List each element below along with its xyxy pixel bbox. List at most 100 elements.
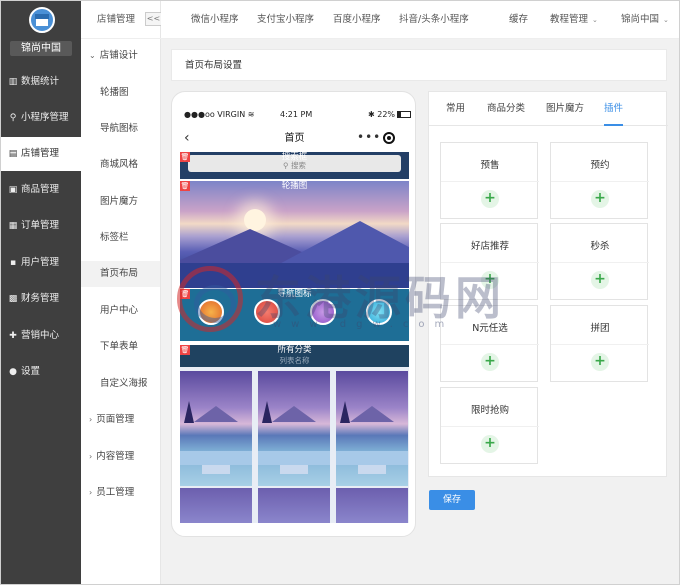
product-card[interactable] <box>258 488 330 523</box>
product-card[interactable] <box>258 371 330 486</box>
plus-icon[interactable]: + <box>481 353 499 371</box>
sidebar-item-products[interactable]: ▣ 商品管理 <box>1 173 81 207</box>
chevron-right-icon: › <box>89 488 93 497</box>
subnav-item-nav-icons[interactable]: 导航图标 <box>81 116 160 142</box>
product-card[interactable] <box>180 488 252 523</box>
plugin-card[interactable]: 拼团 + <box>550 305 649 382</box>
subnav-group-content[interactable]: › 内容管理 <box>81 444 160 470</box>
category-list-name: 列表名称 <box>279 356 310 365</box>
chevron-down-icon: ⌄ <box>663 16 669 24</box>
sidebar-item-finance[interactable]: ▩ 财务管理 <box>1 282 81 316</box>
nav-icon-1[interactable] <box>198 299 224 325</box>
banner-block[interactable]: 🗑 轮播图 <box>180 181 409 288</box>
subnav-group-label: 店铺设计 <box>99 50 138 61</box>
bluetooth-icon: ✱ <box>368 110 375 119</box>
top-link-wechat[interactable]: 微信小程序 <box>191 1 239 39</box>
save-button[interactable]: 保存 <box>429 490 475 510</box>
main-sidebar: 锦尚中国 ▥ 数据统计 ⚲ 小程序管理 ▤ 店铺管理 ▣ 商品管理 ▦ 订单管理 ▪ 用户管… <box>1 1 81 584</box>
top-link-alipay[interactable]: 支付宝小程序 <box>257 1 314 39</box>
subnav-group-pages[interactable]: › 页面管理 <box>81 407 160 433</box>
plugin-card[interactable]: 预售 + <box>440 142 539 219</box>
subnav-item-tabbar[interactable]: 标签栏 <box>81 225 160 251</box>
subnav-item-order-form[interactable]: 下单表单 <box>81 334 160 360</box>
divider <box>441 426 539 427</box>
sidebar-item-orders[interactable]: ▦ 订单管理 <box>1 209 81 243</box>
plus-icon[interactable]: + <box>481 271 499 289</box>
sidebar-item-store[interactable]: ▤ 店铺管理 <box>1 137 81 171</box>
sidebar-item-settings[interactable]: ● 设置 <box>1 355 81 389</box>
link-icon: ⚲ <box>9 113 17 123</box>
phone-status-bar: ●●●oo VIRGIN ≋ 4:21 PM ✱ 22% <box>172 110 415 124</box>
product-card[interactable] <box>336 488 408 523</box>
dropdown-tutorials[interactable]: 教程管理 ⌄ <box>550 1 598 39</box>
subnav-item-style[interactable]: 商城风格 <box>81 152 160 178</box>
dropdown-label: 锦尚中国 <box>621 14 660 25</box>
sidebar-item-marketing[interactable]: ✚ 营销中心 <box>1 319 81 353</box>
nav-icon-4[interactable] <box>366 299 392 325</box>
subnav-group-store-design[interactable]: ⌄ 店铺设计 <box>81 43 160 69</box>
sidebar-item-label: 订单管理 <box>21 220 60 231</box>
plus-icon[interactable]: + <box>481 435 499 453</box>
close-capsule-icon[interactable] <box>383 132 395 144</box>
search-block[interactable]: 🗑 搜索框 ⚲ 搜索 <box>180 152 409 179</box>
tab-image-cube[interactable]: 图片魔方 <box>546 92 584 126</box>
sidebar-item-users[interactable]: ▪ 用户管理 <box>1 246 81 280</box>
product-title-bar <box>336 451 408 465</box>
user-icon: ▪ <box>9 258 17 268</box>
plugin-card[interactable]: 好店推荐 + <box>440 223 539 300</box>
sidebar-item-label: 设置 <box>21 366 41 377</box>
plugin-name: 预约 <box>590 160 610 171</box>
subnav-group-label: 内容管理 <box>96 451 135 462</box>
tab-plugins[interactable]: 插件 <box>604 92 624 126</box>
mountain-shape <box>350 406 394 422</box>
tab-categories[interactable]: 商品分类 <box>487 92 525 126</box>
top-link-douyin[interactable]: 抖音/头条小程序 <box>399 1 469 39</box>
subnav-item-home-layout[interactable]: 首页布局 <box>81 261 160 287</box>
delete-icon[interactable]: 🗑 <box>180 345 190 355</box>
product-card[interactable] <box>336 371 408 486</box>
top-link-cache[interactable]: 缓存 <box>509 1 528 39</box>
component-panel: 常用 商品分类 图片魔方 插件 预售 + 预约 + 好店推荐 + 秒杀 + N元任选 + … <box>428 91 668 477</box>
plugin-card[interactable]: 秒杀 + <box>550 223 649 300</box>
sidebar-item-label: 营销中心 <box>21 330 60 341</box>
subnav-item-user-center[interactable]: 用户中心 <box>81 298 160 324</box>
plus-icon[interactable]: + <box>591 190 609 208</box>
plugin-card[interactable]: N元任选 + <box>440 305 539 382</box>
settings-icon: ● <box>9 367 17 377</box>
sidebar-item-stats[interactable]: ▥ 数据统计 <box>1 65 81 99</box>
tab-common[interactable]: 常用 <box>446 92 465 126</box>
product-button <box>358 465 386 474</box>
subnav-item-poster[interactable]: 自定义海报 <box>81 371 160 397</box>
divider <box>441 262 539 263</box>
nav-icons-block[interactable]: 🗑 导航图标 <box>180 289 409 341</box>
category-block[interactable]: 🗑 所有分类 列表名称 <box>180 345 409 523</box>
sidebar-item-label: 店铺管理 <box>21 148 60 159</box>
subnav-item-carousel[interactable]: 轮播图 <box>81 80 160 106</box>
divider <box>551 262 649 263</box>
order-icon: ▦ <box>8 221 18 231</box>
status-time: 4:21 PM <box>280 110 313 119</box>
plus-icon[interactable]: + <box>591 353 609 371</box>
product-card[interactable] <box>180 371 252 486</box>
more-menu-icon[interactable]: ••• <box>357 129 381 145</box>
phone-title-bar: ‹ 首页 ••• <box>172 129 415 149</box>
delete-icon[interactable]: 🗑 <box>180 289 190 299</box>
delete-icon[interactable]: 🗑 <box>180 181 190 191</box>
phone-preview: ●●●oo VIRGIN ≋ 4:21 PM ✱ 22% ‹ 首页 ••• 🗑 … <box>171 91 416 537</box>
plus-icon[interactable]: + <box>481 190 499 208</box>
subnav-item-image-cube[interactable]: 图片魔方 <box>81 189 160 215</box>
subnav-group-staff[interactable]: › 员工管理 <box>81 480 160 506</box>
delete-icon[interactable]: 🗑 <box>180 152 190 162</box>
nav-icon-2[interactable] <box>254 299 280 325</box>
nav-icon-3[interactable] <box>310 299 336 325</box>
chevron-right-icon: › <box>89 452 93 461</box>
divider <box>551 181 649 182</box>
product-title-bar <box>180 451 252 465</box>
top-link-baidu[interactable]: 百度小程序 <box>333 1 381 39</box>
collapse-button[interactable]: << <box>145 12 161 26</box>
plus-icon[interactable]: + <box>591 271 609 289</box>
plugin-card[interactable]: 限时抢购 + <box>440 387 539 464</box>
dropdown-account[interactable]: 锦尚中国 ⌄ <box>621 1 669 39</box>
plugin-card[interactable]: 预约 + <box>550 142 649 219</box>
sidebar-item-miniprogram[interactable]: ⚲ 小程序管理 <box>1 101 81 135</box>
